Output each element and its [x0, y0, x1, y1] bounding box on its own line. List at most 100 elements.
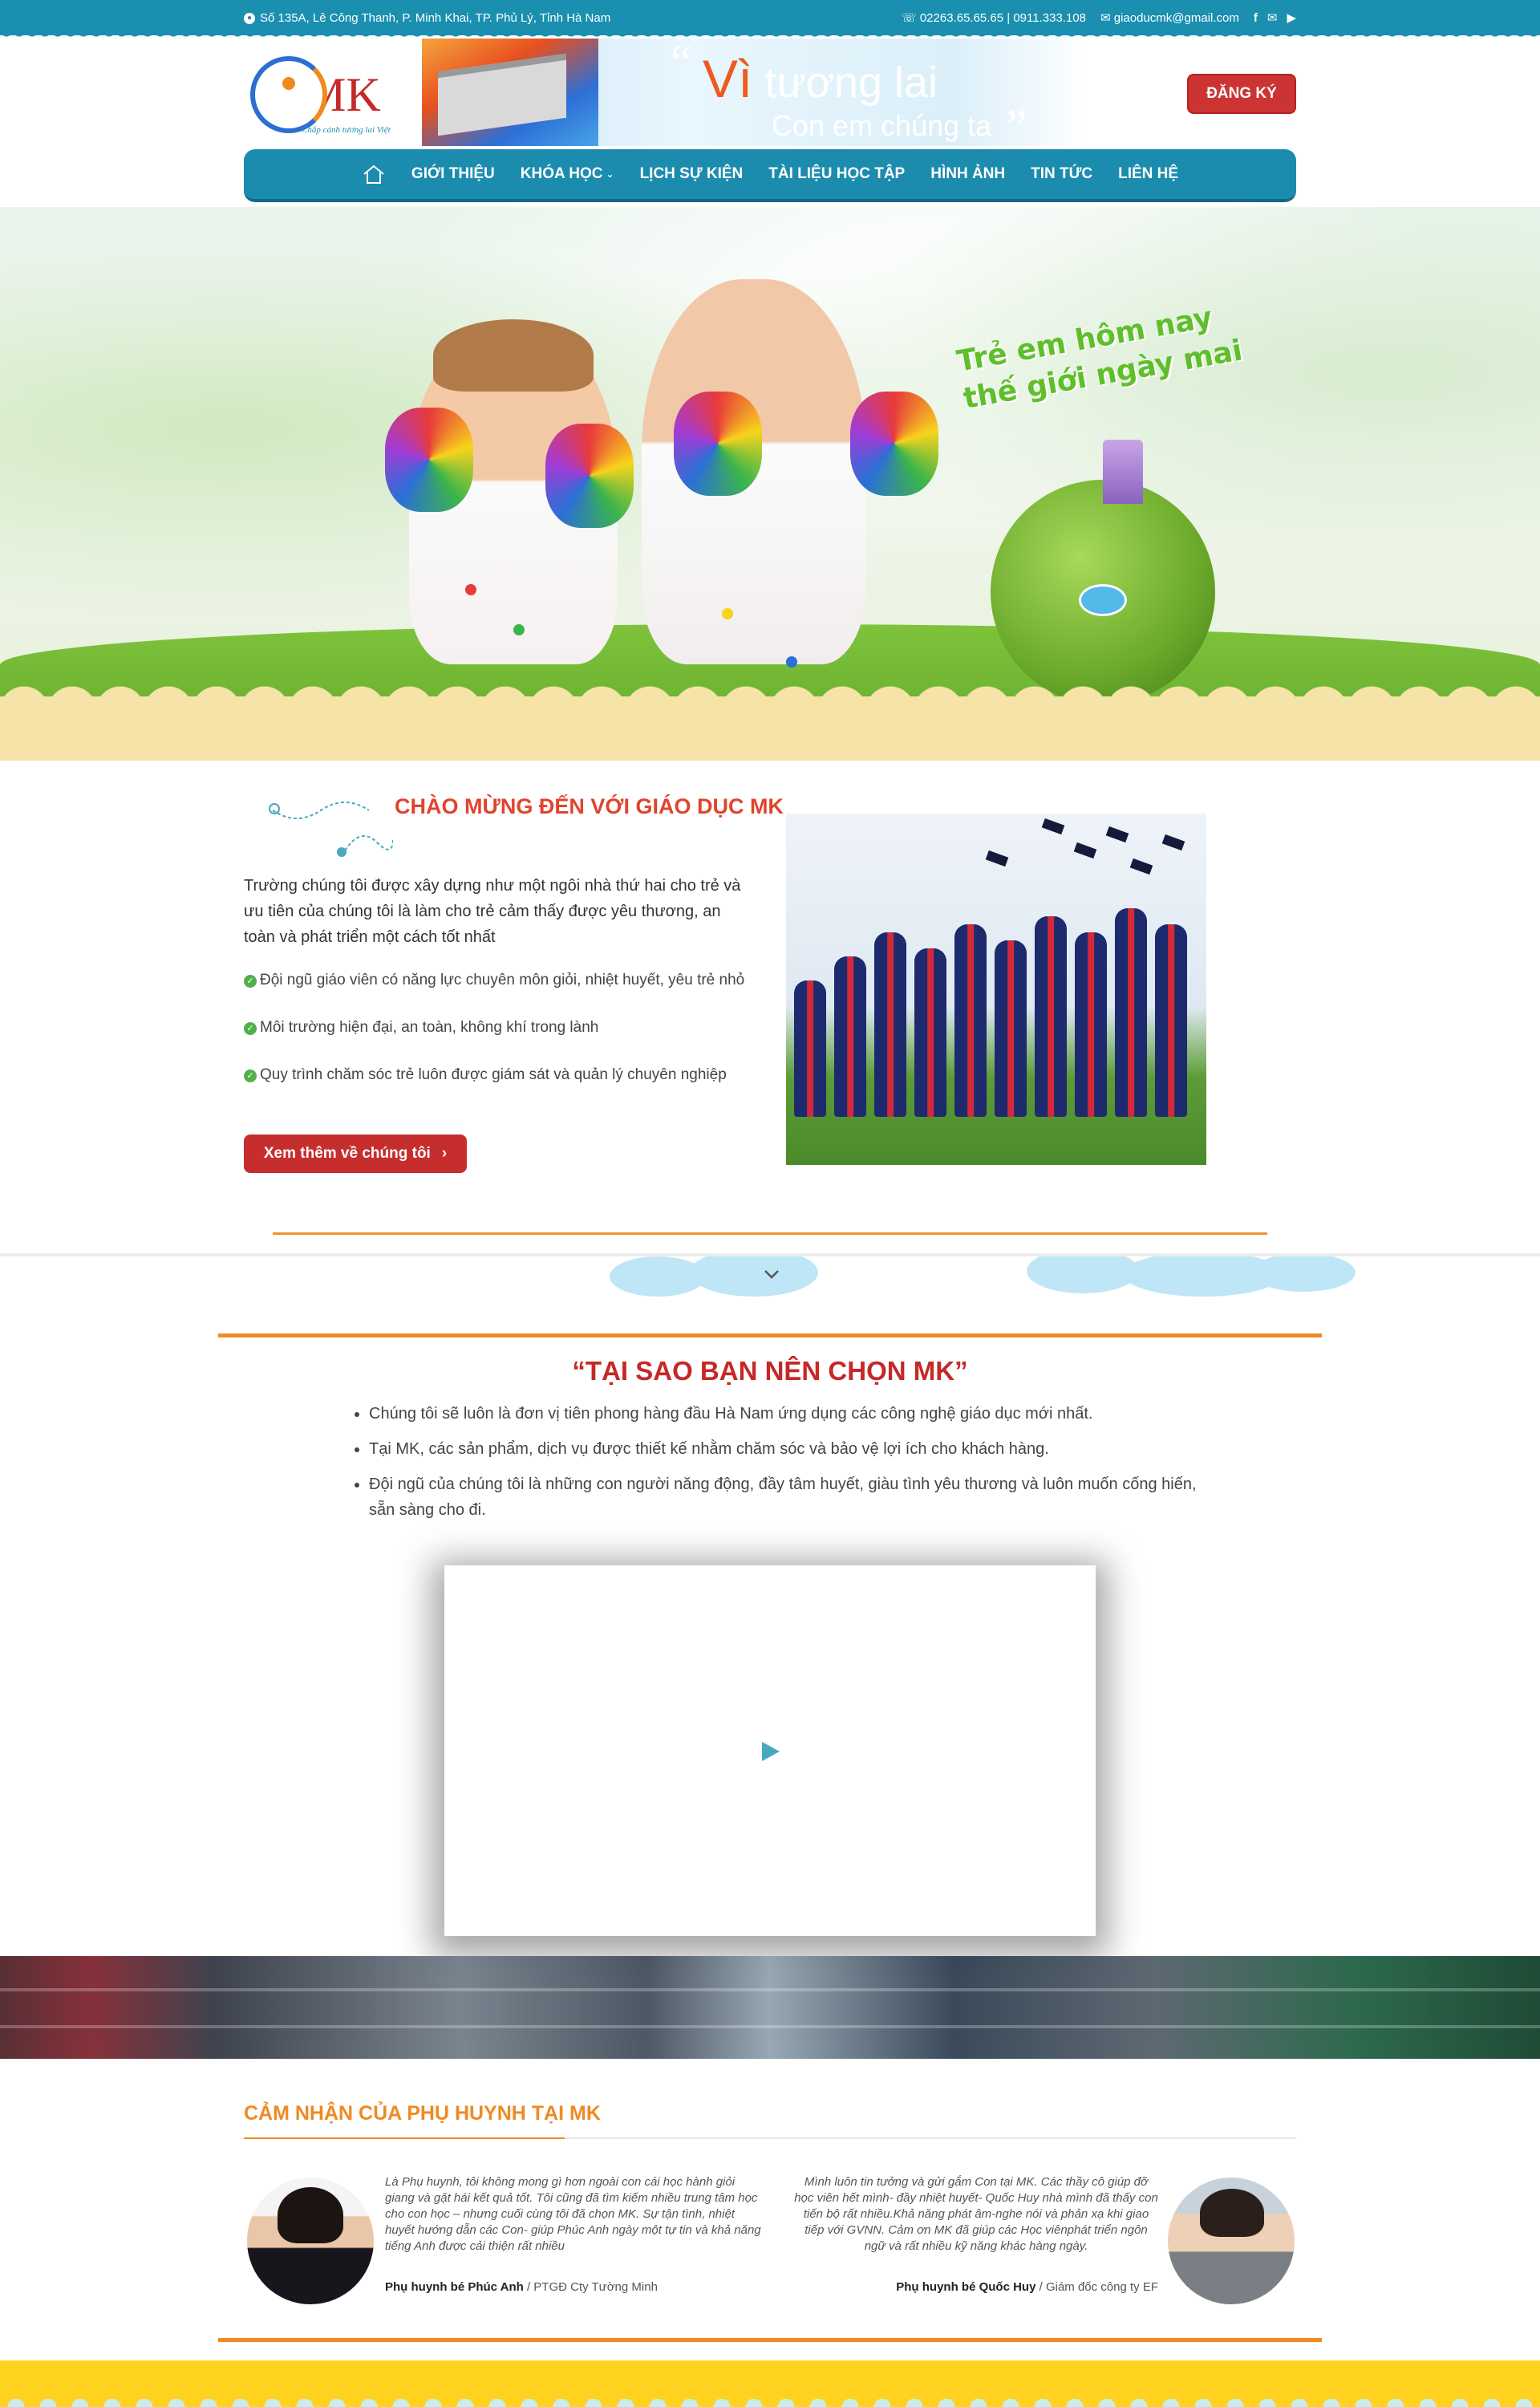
section-divider	[218, 1333, 1322, 1337]
graduate-figure	[954, 924, 987, 1117]
testimonial-author: Phụ huynh bé Phúc Anh / PTGĐ Cty Tường M…	[385, 2280, 658, 2294]
paint-splat	[465, 584, 476, 595]
welcome-title: CHÀO MỪNG ĐẾN VỚI GIÁO DỤC MK	[395, 794, 784, 818]
nav-label: TIN TỨC	[1031, 165, 1093, 182]
facebook-icon[interactable]: f	[1254, 11, 1258, 25]
graduate-figure	[1075, 932, 1107, 1117]
site-logo[interactable]: MK Chắp cánh tương lai Việt	[250, 45, 411, 144]
location-icon: ●	[244, 12, 255, 24]
nav-item-hinh-anh[interactable]: HÌNH ẢNH	[930, 165, 1005, 183]
banner-highlight: Vì	[703, 49, 753, 108]
graduate-figure	[1115, 908, 1147, 1117]
graduate-figure	[1035, 916, 1067, 1117]
nav-item-lien-he[interactable]: LIÊN HỆ	[1118, 165, 1178, 183]
welcome-points: ✓ Đội ngũ giáo viên có năng lực chuyên mô…	[244, 968, 757, 1110]
graduate-figure	[995, 940, 1027, 1117]
avatar	[1168, 2178, 1295, 2304]
logo-mark-icon	[250, 56, 327, 133]
author-name: Phụ huynh bé Phúc Anh	[385, 2280, 524, 2294]
why-points: Chúng tôi sẽ luôn là đơn vị tiên phong h…	[353, 1401, 1203, 1532]
avatar	[247, 2178, 374, 2304]
play-icon[interactable]	[762, 1742, 780, 1761]
banner-line1: Vì tương lai	[703, 48, 938, 109]
nav-item-tin-tuc[interactable]: TIN TỨC	[1031, 165, 1092, 183]
nav-item-gioi-thieu[interactable]: GIỚI THIỆU	[411, 165, 495, 183]
grad-cap-icon	[1041, 818, 1065, 835]
graduate-figure	[834, 956, 866, 1117]
chevron-down-icon: ⌄	[606, 168, 614, 180]
author-name: Phụ huynh bé Quốc Huy	[896, 2280, 1036, 2294]
banner-line2: Con em chúng ta	[772, 109, 992, 142]
phone-link[interactable]: ☏ 02263.65.65.65 | 0911.333.108	[902, 10, 1086, 25]
paint-splat	[722, 608, 733, 619]
testimonial-quote: Là Phụ huynh, tôi không mong gì hơn ngoà…	[385, 2175, 761, 2253]
section-divider	[273, 1232, 1267, 1235]
nav-item-tai-lieu[interactable]: TÀI LIỆU HỌC TẬP	[768, 165, 905, 183]
contact-block: ☏ 02263.65.65.65 | 0911.333.108 ✉ giaodu…	[902, 10, 1296, 26]
chevron-down-icon[interactable]	[762, 1264, 781, 1284]
nav-item-khoa-hoc[interactable]: KHÓA HỌC ⌄	[521, 165, 614, 183]
youtube-icon[interactable]: ▶	[1287, 10, 1296, 25]
header-banner: “ Vì tương lai Con em chúng ta ”	[422, 39, 1088, 146]
cloud-shape	[1027, 1256, 1139, 1293]
quote-open-icon: “	[671, 39, 692, 89]
about-more-button[interactable]: Xem thêm về chúng tôi ›	[244, 1134, 467, 1173]
hero-banner: Trẻ em hôm nay thế giới ngày mai	[0, 207, 1540, 761]
register-button[interactable]: ĐĂNG KÝ	[1187, 74, 1296, 114]
author-role: / Giám đốc công ty EF	[1035, 2280, 1158, 2294]
hero-sand-band	[0, 696, 1540, 761]
main-nav: GIỚI THIỆU KHÓA HỌC ⌄ LỊCH SỰ KIỆN TÀI LI…	[244, 149, 1296, 202]
grad-cap-icon	[1129, 858, 1153, 875]
boy-hair	[433, 319, 594, 392]
nav-label: HÌNH ẢNH	[930, 165, 1006, 182]
home-icon[interactable]	[362, 164, 386, 185]
section-divider	[218, 2338, 1322, 2342]
list-item: Tại MK, các sản phẩm, dịch vụ được thiết…	[369, 1436, 1203, 1462]
mail-icon[interactable]: ✉	[1267, 10, 1278, 25]
email-text: giaoducmk@gmail.com	[1113, 11, 1239, 25]
graduate-figure	[874, 932, 906, 1117]
grad-cap-icon	[1073, 842, 1097, 859]
email-link[interactable]: ✉ giaoducmk@gmail.com	[1100, 10, 1239, 25]
quote-close-icon: ”	[1006, 100, 1027, 146]
graduate-figure	[794, 980, 826, 1117]
nav-label: GIỚI THIỆU	[411, 165, 495, 182]
nav-item-lich-su-kien[interactable]: LỊCH SỰ KIỆN	[640, 165, 744, 183]
castle-image	[1103, 440, 1143, 504]
point-text: Quy trình chăm sóc trẻ luôn được giám sá…	[260, 1066, 727, 1083]
cloud-shape	[1251, 1256, 1356, 1292]
painted-hand-image	[674, 392, 762, 496]
chevron-right-icon: ›	[441, 1145, 448, 1162]
address-block: ● Số 135A, Lê Công Thanh, P. Minh Khai, …	[244, 11, 610, 25]
logo-slogan: Chắp cánh tương lai Việt	[302, 125, 391, 135]
painted-hand-image	[850, 392, 938, 496]
why-title: “TẠI SAO BẠN NÊN CHỌN MK”	[572, 1356, 968, 1386]
pool-image	[1079, 584, 1127, 616]
check-icon: ✓	[244, 975, 257, 988]
graduate-figure	[914, 948, 946, 1117]
cloud-shape	[690, 1256, 818, 1297]
graduate-figure	[1155, 924, 1187, 1117]
cloud-band	[0, 1253, 1540, 1317]
check-icon: ✓	[244, 1022, 257, 1035]
library-parallax-image	[0, 1956, 1540, 2059]
phone-text: 02263.65.65.65 | 0911.333.108	[919, 11, 1086, 25]
address-text: Số 135A, Lê Công Thanh, P. Minh Khai, TP…	[260, 11, 611, 25]
butterfly-swirl-icon	[269, 802, 393, 857]
author-role: / PTGĐ Cty Tường Minh	[523, 2280, 658, 2294]
video-player[interactable]	[444, 1565, 1096, 1936]
paint-splat	[513, 624, 525, 635]
testimonials-title: CẢM NHẬN CỦA PHỤ HUYNH TẠI MK	[244, 2102, 601, 2125]
list-item: Đội ngũ của chúng tôi là những con người…	[369, 1471, 1203, 1523]
social-links: f ✉ ▶	[1254, 10, 1296, 26]
footer-band	[0, 2360, 1540, 2407]
underline-accent	[244, 2137, 565, 2139]
shelf-line	[0, 2025, 1540, 2028]
header: MK Chắp cánh tương lai Việt “ Vì tương l…	[244, 39, 1296, 148]
testimonials-underline	[244, 2137, 1296, 2139]
point-text: Đội ngũ giáo viên có năng lực chuyên môn…	[260, 972, 745, 988]
paint-splat	[786, 656, 797, 668]
grad-cap-icon	[1105, 826, 1129, 843]
avatar-hair	[1200, 2189, 1264, 2237]
avatar-hair	[278, 2187, 343, 2243]
